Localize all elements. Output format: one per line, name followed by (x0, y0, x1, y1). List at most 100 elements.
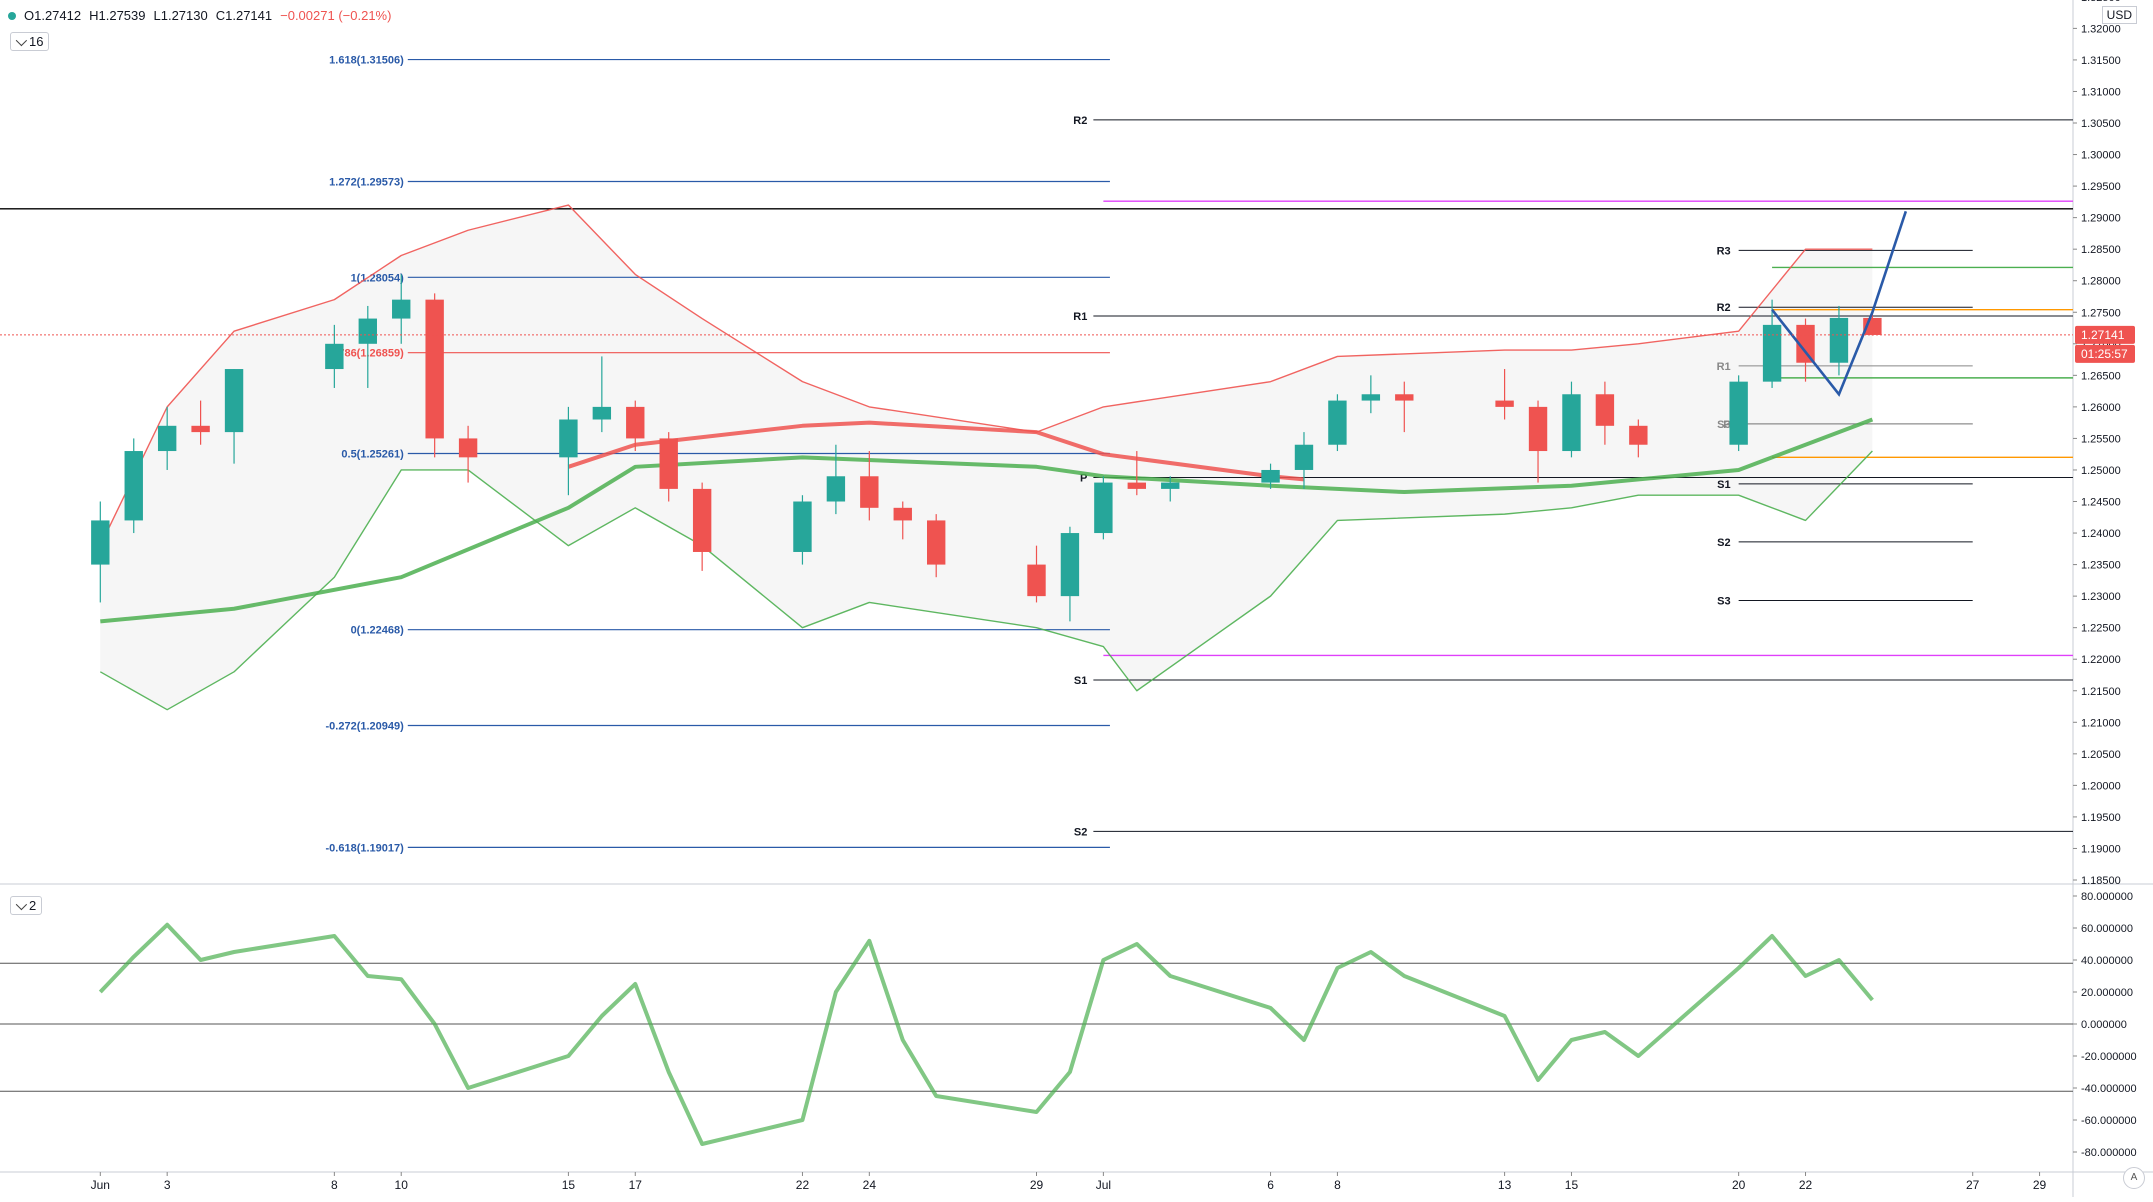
candle-body (1161, 482, 1180, 489)
time-tick-label: 22 (1799, 1178, 1813, 1192)
close-value: C1.27141 (215, 8, 273, 23)
time-tick-label: Jul (1096, 1178, 1111, 1192)
main-pane-toggle[interactable]: 16 (10, 32, 50, 51)
candle-body (1528, 406, 1548, 452)
fib-level-label: 1.272(1.29573) (329, 176, 404, 188)
fib-level-label: -0.618(1.19017) (326, 842, 405, 854)
price-tick-label: 1.25500 (2081, 433, 2121, 445)
candle-body (1294, 444, 1314, 470)
candle-body (1829, 317, 1849, 363)
candle-body (1595, 394, 1615, 426)
fib-level-label: -0.272(1.20949) (326, 721, 405, 733)
time-tick-label: 13 (1498, 1178, 1512, 1192)
time-tick-label: 17 (629, 1178, 643, 1192)
price-tick-label: 1.23500 (2081, 560, 2121, 572)
last-price-value: 1.27141 (2081, 328, 2125, 342)
weekly-pivot-label: S3 (1717, 596, 1730, 608)
ohlc-legend: O1.27412 H1.27539 L1.27130 C1.27141 −0.0… (8, 8, 391, 23)
time-tick-label: 8 (331, 1178, 338, 1192)
chart[interactable]: 1.32500 1.32000 1.31500 1.31000 1.30500 1.300… (0, 0, 2153, 1197)
time-tick-label: 15 (562, 1178, 576, 1192)
candle-body (1328, 400, 1347, 445)
price-tick-label: 1.22500 (2081, 623, 2121, 635)
auto-scale-button[interactable]: A (2123, 1167, 2145, 1189)
time-tick-label: 29 (1030, 1178, 1044, 1192)
candle-body (124, 451, 143, 521)
candle-body (826, 476, 846, 502)
price-tick-label: 1.29000 (2081, 213, 2121, 225)
candle-body (191, 425, 210, 433)
osc-main-line (98, 922, 1874, 1146)
price-tick-label: 1.24000 (2081, 528, 2121, 540)
candle-body (1495, 400, 1514, 407)
price-tick-label: 1.31000 (2081, 86, 2121, 98)
weekly-pivot-label: R3 (1717, 245, 1731, 257)
symbol-status-icon (8, 11, 16, 20)
time-tick-label: Jun (91, 1178, 110, 1192)
time-tick-label: 3 (164, 1178, 171, 1192)
candle-body (1395, 394, 1414, 401)
price-tick-label: 1.30000 (2081, 150, 2121, 162)
price-tick-label: 1.21500 (2081, 686, 2121, 698)
chart-canvas[interactable]: 1.32500 1.32000 1.31500 1.31000 1.30500 1.300… (0, 0, 2153, 1197)
time-tick-label: 10 (395, 1178, 409, 1192)
candle-body (793, 501, 812, 552)
candle-body (1027, 564, 1046, 597)
osc-tick-label: 40.000000 (2081, 955, 2133, 967)
price-tick-label: 1.22000 (2081, 654, 2121, 666)
low-value: L1.27130 (153, 8, 208, 23)
weekly-pivot-label: S3 (1717, 419, 1730, 431)
osc-tick-label: 0.000000 (2081, 1019, 2127, 1031)
osc-tick-label: 60.000000 (2081, 923, 2133, 935)
osc-tick-label: -60.000000 (2081, 1115, 2137, 1127)
high-value: H1.27539 (89, 8, 146, 23)
candle-body (1060, 533, 1080, 597)
candle-body (392, 299, 411, 319)
candle-body (1094, 482, 1113, 534)
price-tick-label: 1.24500 (2081, 497, 2121, 509)
price-tick-label: 1.19000 (2081, 843, 2121, 855)
price-tick-label: 1.26000 (2081, 402, 2121, 414)
weekly-pivot-label: S2 (1717, 537, 1730, 549)
candle-body (592, 406, 612, 420)
candle-body (626, 406, 645, 439)
candle-body (692, 488, 712, 552)
countdown-value: 01:25:57 (2081, 347, 2128, 361)
candle-body (1261, 469, 1280, 483)
time-tick-label: 27 (1966, 1178, 1980, 1192)
price-tick-label: 1.30500 (2081, 118, 2121, 130)
monthly-pivot-label: S1 (1074, 675, 1087, 687)
price-tick-label: 1.18500 (2081, 875, 2121, 887)
candle-body (1762, 324, 1782, 382)
candle-body (926, 520, 946, 565)
price-tick-label: 1.28000 (2081, 276, 2121, 288)
fib-level-label: 1(1.28054) (351, 272, 405, 284)
price-tick-label: 1.23000 (2081, 591, 2121, 603)
currency-label[interactable]: USD (2101, 6, 2137, 24)
open-value: O1.27412 (24, 8, 82, 23)
main-pane-count: 16 (29, 34, 44, 49)
time-tick-label: 20 (1732, 1178, 1746, 1192)
osc-tick-label: -20.000000 (2081, 1051, 2137, 1063)
price-tick-label: 1.20000 (2081, 780, 2121, 792)
price-tick-label: 1.32500 (2081, 0, 2121, 4)
time-tick-label: 22 (796, 1178, 810, 1192)
monthly-pivot-label: S2 (1074, 826, 1087, 838)
candle-body (659, 438, 678, 489)
time-tick-label: 15 (1565, 1178, 1579, 1192)
change-value: −0.00271 (−0.21%) (280, 8, 392, 23)
candle-body (91, 520, 110, 565)
candle-body (893, 507, 912, 521)
price-tick-label: 1.26500 (2081, 370, 2121, 382)
candle-body (325, 343, 344, 370)
price-tick-label: 1.25000 (2081, 465, 2121, 477)
osc-tick-label: -80.000000 (2081, 1147, 2137, 1159)
price-tick-label: 1.32000 (2081, 23, 2121, 35)
fib-level-label: 0(1.22468) (351, 625, 405, 637)
candle-body (1729, 381, 1748, 445)
oscillator-pane-toggle[interactable]: 2 (10, 896, 43, 915)
price-tick-label: 1.19500 (2081, 812, 2121, 824)
monthly-pivot-label: R2 (1073, 115, 1087, 127)
chevron-down-icon (15, 898, 28, 910)
chevron-down-icon (15, 34, 28, 46)
